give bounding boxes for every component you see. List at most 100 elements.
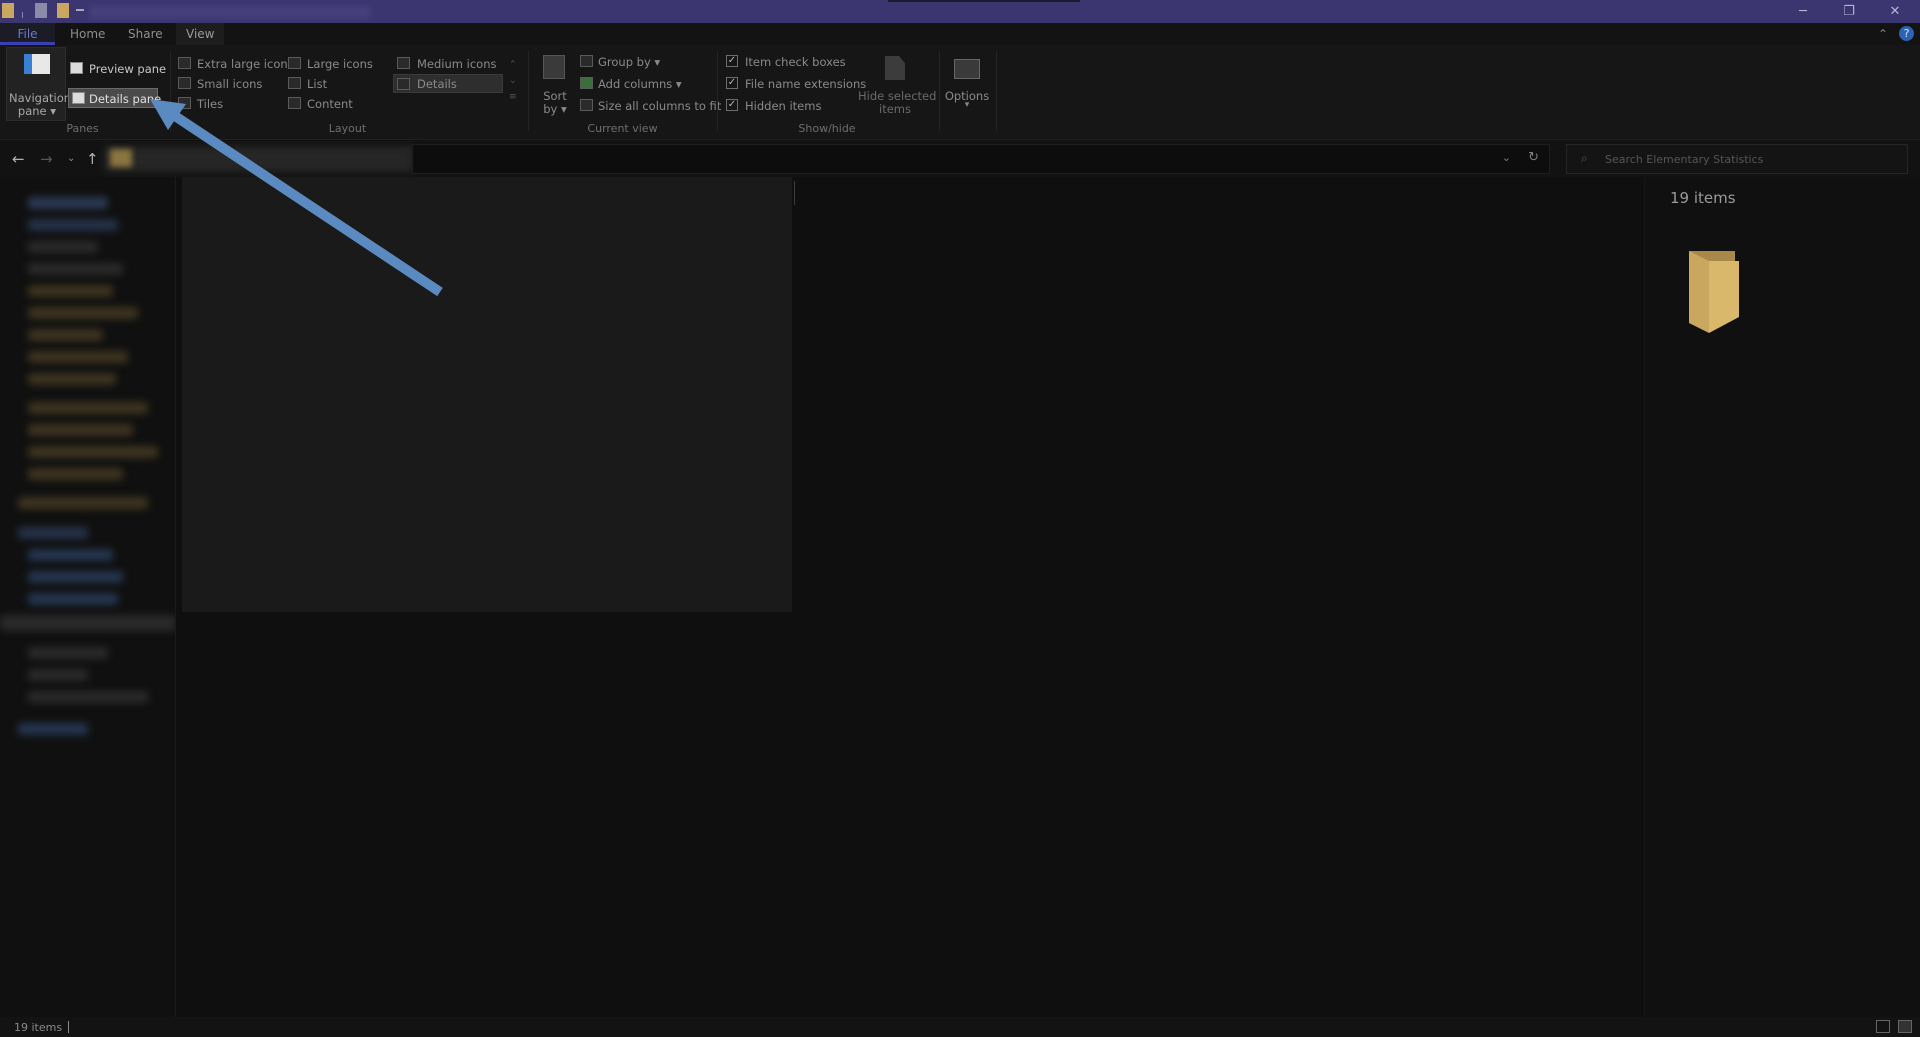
nav-item[interactable] [28,647,108,659]
hidden-items-checkbox[interactable]: ✓ [726,99,738,111]
search-input: Search Elementary Statistics [1605,153,1764,166]
file-name-extensions-label: File name extensions [745,77,867,91]
layout-extra-large-icons[interactable]: Extra large icons [197,57,294,71]
nav-item[interactable] [28,549,113,561]
nav-item[interactable] [28,669,88,681]
tab-share[interactable]: Share [118,23,173,45]
separator [170,51,171,131]
help-icon[interactable]: ? [1899,26,1914,41]
content-icon [288,97,301,109]
nav-item[interactable] [28,691,148,703]
details-pane-icon [72,92,85,104]
sort-by-icon [543,55,565,79]
group-by-button[interactable]: Group by ▾ [598,55,660,69]
properties-icon[interactable] [35,3,47,18]
tab-file[interactable]: File [0,23,55,45]
sort-by-label: Sort [543,89,567,103]
large-icons-view-icon[interactable] [1898,1020,1912,1033]
details-view-icon[interactable] [1876,1020,1890,1033]
separator [996,51,997,131]
options-dropdown-icon: ▾ [964,100,970,110]
layout-large-icons[interactable]: Large icons [307,57,373,71]
new-folder-icon[interactable] [57,3,69,18]
close-button[interactable]: ✕ [1872,0,1918,23]
ribbon: Navigation pane ▾ Preview pane Details p… [0,45,1920,140]
add-columns-button[interactable]: Add columns ▾ [598,77,682,91]
navigation-pane-label-2: pane ▾ [17,104,57,118]
layout-small-icons[interactable]: Small icons [197,77,262,91]
nav-item[interactable] [28,373,116,385]
address-bar[interactable]: ⌄ ↻ [412,144,1550,174]
nav-item-selected[interactable] [0,615,175,631]
options-button[interactable]: Options ▾ [942,53,992,119]
address-dropdown-icon[interactable]: ⌄ [1502,151,1511,164]
preview-pane-button[interactable]: Preview pane [68,59,166,77]
item-check-boxes-checkbox[interactable]: ✓ [726,55,738,67]
separator [68,1021,69,1033]
search-icon: ⌕ [1581,151,1588,165]
nav-item[interactable] [28,285,113,297]
layout-group-label: Layout [328,122,367,135]
nav-item[interactable] [28,219,118,231]
nav-item[interactable] [28,446,158,458]
nav-item[interactable] [28,241,98,253]
minimize-button[interactable]: ─ [1780,0,1826,23]
details-icon [397,78,410,90]
details-pane-button[interactable]: Details pane [68,88,161,108]
separator [22,12,23,18]
search-box[interactable]: ⌕ Search Elementary Statistics [1566,144,1908,174]
layout-medium-icons[interactable]: Medium icons [417,57,496,71]
column-divider [794,181,795,205]
recent-locations-icon[interactable]: ⌄ [67,153,75,164]
separator [717,51,718,131]
layout-scroll-icon[interactable]: ⌃ ⌄ ≡ [509,57,517,105]
nav-item[interactable] [18,723,88,735]
file-name-extensions-checkbox[interactable]: ✓ [726,77,738,89]
tab-view[interactable]: View [176,23,225,45]
restore-button[interactable]: ❐ [1826,0,1872,23]
layout-list[interactable]: List [307,77,327,91]
navigation-pane[interactable] [0,177,176,1017]
size-all-columns-button[interactable]: Size all columns to fit [598,99,721,113]
nav-item[interactable] [28,571,123,583]
hide-selected-label-2: items [879,102,911,116]
navigation-pane-icon [24,54,50,74]
hide-selected-icon [885,56,905,80]
back-button[interactable]: ← [12,150,25,168]
nav-item[interactable] [28,263,123,275]
nav-item[interactable] [28,424,133,436]
customize-quick-access-icon[interactable] [76,9,84,15]
sort-by-label-2: by ▾ [543,102,567,116]
nav-item[interactable] [18,527,88,539]
nav-item[interactable] [28,307,138,319]
tab-home[interactable]: Home [60,23,115,45]
breadcrumb[interactable] [104,146,414,172]
details-pane: 19 items [1644,177,1920,1017]
layout-tiles[interactable]: Tiles [197,97,223,111]
extra-large-icons-icon [178,57,191,69]
group-by-icon [580,55,593,67]
refresh-icon[interactable]: ↻ [1528,150,1539,165]
medium-icons-icon [397,57,410,69]
nav-item[interactable] [28,402,148,414]
dimmed-region [182,177,792,612]
nav-item[interactable] [28,593,118,605]
up-button[interactable]: ↑ [86,150,99,168]
add-columns-icon [580,77,593,89]
list-icon [288,77,301,89]
forward-button[interactable]: → [40,150,53,168]
minimize-ribbon-icon[interactable]: ⌃ [1878,27,1888,41]
nav-item[interactable] [28,197,108,209]
nav-item[interactable] [28,468,123,480]
navigation-pane-button[interactable]: Navigation pane ▾ [6,47,71,121]
show-hide-group-label: Show/hide [798,122,856,135]
hide-selected-items-button[interactable]: Hide selected items [858,53,936,119]
nav-item[interactable] [28,329,103,341]
sort-by-button[interactable]: Sort by ▾ [538,53,572,119]
title-bar: ─ ❐ ✕ [0,0,1920,23]
layout-details-selected[interactable]: Details [393,74,503,93]
nav-item[interactable] [28,351,128,363]
nav-item[interactable] [18,497,148,509]
layout-content[interactable]: Content [307,97,353,111]
size-columns-icon [580,99,593,111]
